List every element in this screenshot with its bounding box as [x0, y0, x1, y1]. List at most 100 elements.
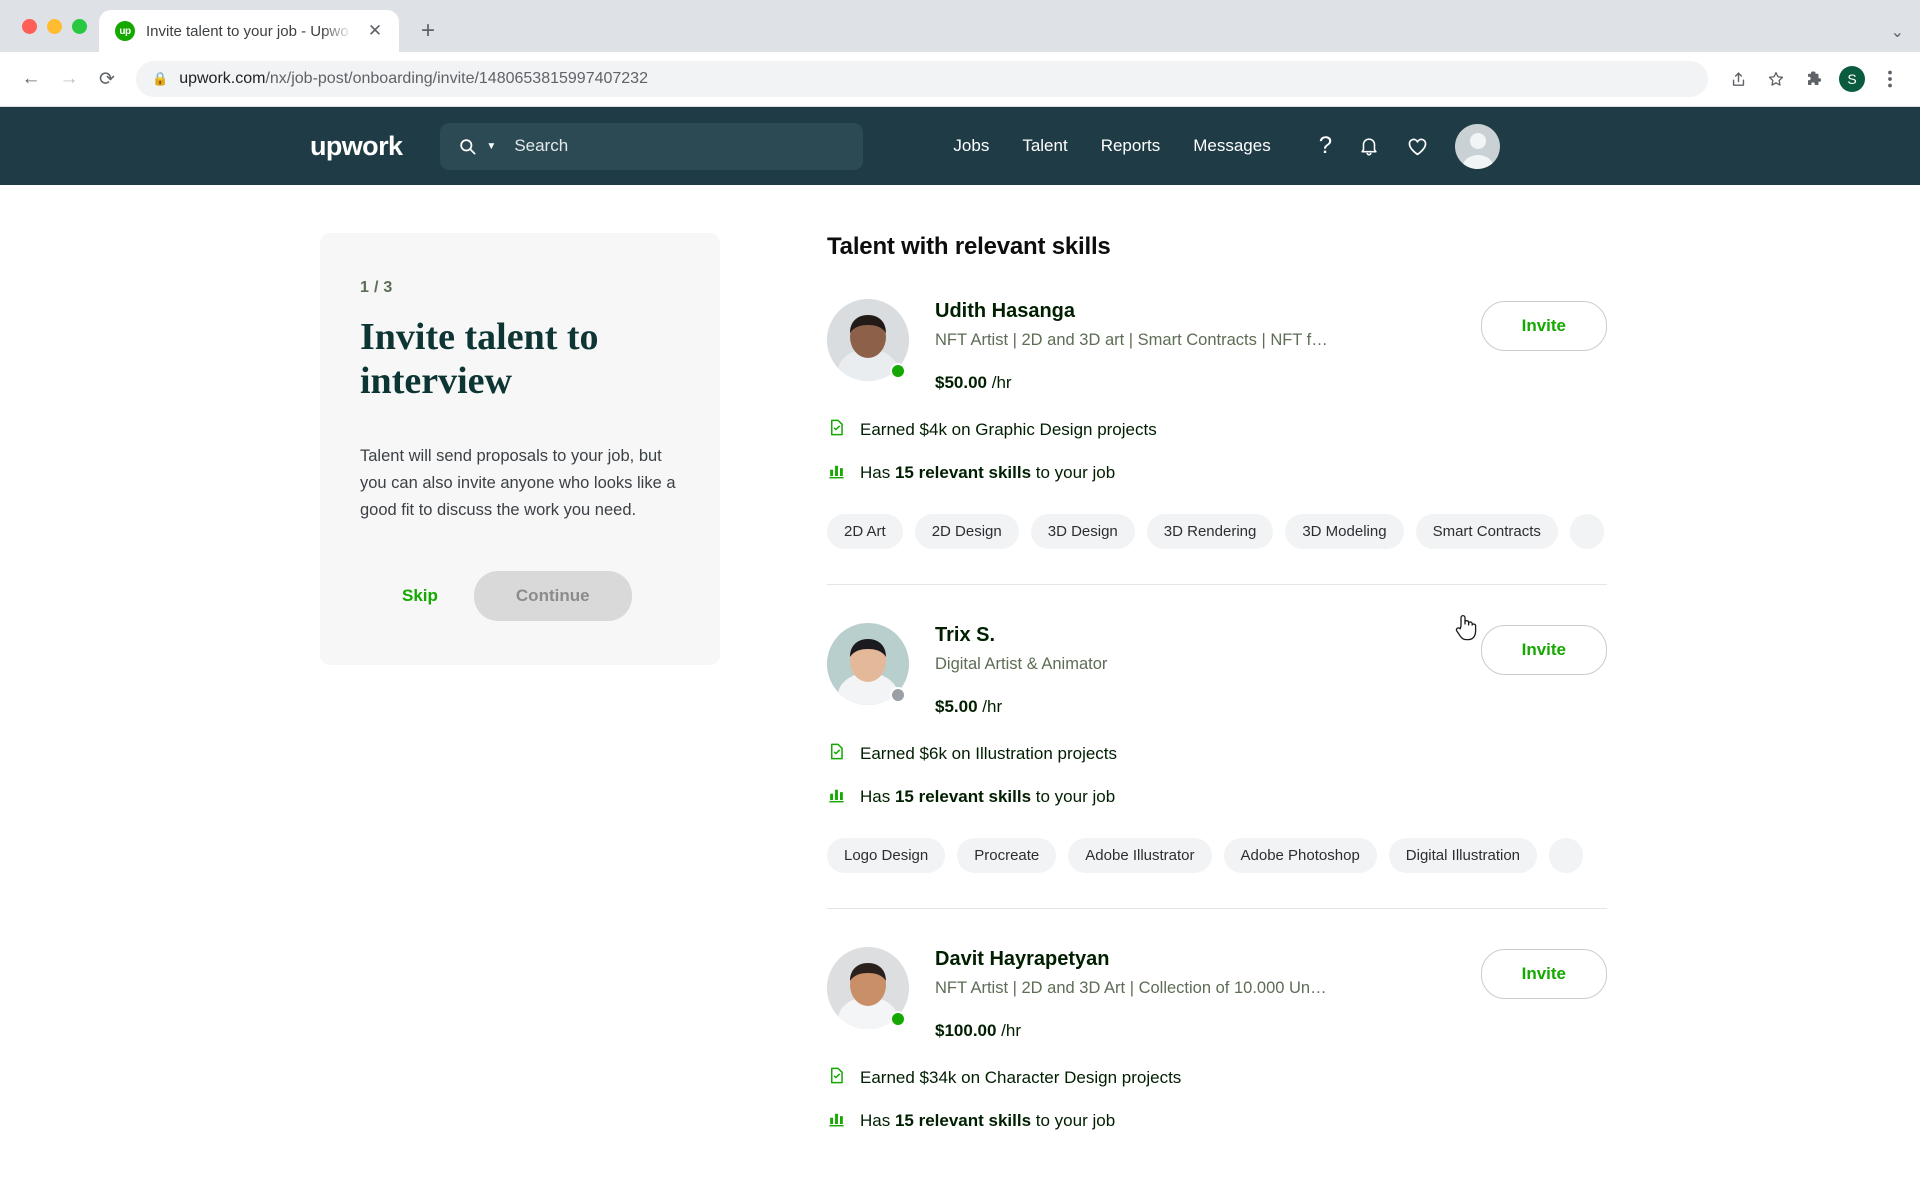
talent-name[interactable]: Trix S. [935, 624, 1455, 647]
browser-tab[interactable]: up Invite talent to your job - Upwo ✕ [99, 10, 399, 52]
search-icon [458, 137, 477, 156]
back-arrow-icon[interactable]: ← [14, 62, 48, 96]
avatar[interactable] [827, 945, 909, 1029]
talent-facts: Earned $34k on Character Design projects… [827, 1066, 1607, 1133]
talent-card-header: Davit Hayrapetyan NFT Artist | 2D and 3D … [827, 945, 1607, 1041]
skill-tag[interactable]: 3D Modeling [1285, 513, 1404, 549]
skills-suffix: to your job [1031, 1111, 1116, 1130]
chrome-profile-avatar[interactable]: S [1836, 63, 1868, 95]
chevron-right-icon[interactable] [1595, 844, 1607, 866]
invite-button[interactable]: Invite [1480, 949, 1607, 999]
skills-count: 15 relevant skills [894, 787, 1032, 806]
nav-item-jobs[interactable]: Jobs [953, 136, 989, 156]
three-dot-menu-icon[interactable] [1874, 63, 1906, 95]
skill-tag[interactable]: Smart Contracts [1415, 513, 1558, 549]
browser-toolbar: ← → ⟳ 🔒 upwork.com/nx/job-post/onboardin… [0, 52, 1920, 107]
window-controls[interactable] [14, 0, 99, 52]
skip-button[interactable]: Skip [402, 586, 438, 606]
earnings-text: Earned $6k on Illustration projects [860, 744, 1118, 763]
earnings-fact: Earned $4k on Graphic Design projects [827, 418, 1607, 442]
talent-info: Trix S. Digital Artist & Animator $5.00 /h… [935, 621, 1455, 717]
bell-icon[interactable] [1358, 135, 1380, 157]
talent-rate: $50.00 /hr [935, 373, 1455, 393]
puzzle-icon[interactable] [1798, 63, 1830, 95]
maximize-window-button[interactable] [72, 18, 87, 34]
minimize-window-button[interactable] [47, 18, 62, 34]
nav-item-reports[interactable]: Reports [1101, 136, 1161, 156]
talent-tagline: Digital Artist & Animator [935, 655, 1108, 673]
talent-card-header: Trix S. Digital Artist & Animator $5.00 /h… [827, 621, 1607, 717]
question-mark-icon[interactable]: ? [1319, 132, 1332, 160]
avatar[interactable] [827, 621, 909, 705]
skills-prefix: Has [860, 463, 895, 482]
chevron-down-icon[interactable]: ▼ [486, 141, 496, 152]
skill-tag-partial[interactable]: · [1569, 513, 1604, 549]
talent-tagline: NFT Artist | 2D and 3D Art | Collection … [935, 979, 1327, 997]
talent-card-header: Udith Hasanga NFT Artist | 2D and 3D art … [827, 297, 1607, 393]
heart-icon[interactable] [1406, 135, 1429, 158]
skill-tag[interactable]: 2D Art [827, 513, 903, 549]
page-title: Invite talent to interview [360, 316, 599, 403]
new-tab-button[interactable]: + [411, 14, 445, 48]
skills-suffix: to your job [1031, 463, 1116, 482]
skill-tag[interactable]: Logo Design [827, 837, 946, 873]
skill-tag[interactable]: Adobe Photoshop [1223, 837, 1377, 873]
status-badge [890, 363, 906, 379]
rate-value: $50.00 [935, 373, 987, 392]
relevant-skills-text: Has 15 relevant skills to your job [860, 1111, 1115, 1131]
talent-list: Udith Hasanga NFT Artist | 2D and 3D art … [827, 261, 1607, 1133]
skills-prefix: Has [860, 1111, 895, 1130]
chevron-down-icon[interactable]: ⌄ [1891, 22, 1904, 42]
close-icon[interactable]: ✕ [364, 20, 386, 42]
skill-tag[interactable]: Digital Illustration [1388, 837, 1538, 873]
star-icon[interactable] [1760, 63, 1792, 95]
invite-button[interactable]: Invite [1480, 301, 1607, 351]
step-actions: Skip Continue [360, 571, 680, 622]
skills-count: 15 relevant skills [894, 1111, 1032, 1130]
talent-name[interactable]: Udith Hasanga [935, 300, 1455, 323]
status-badge [890, 1011, 906, 1027]
relevant-skills-fact: Has 15 relevant skills to your job [827, 785, 1607, 809]
avatar[interactable] [827, 297, 909, 381]
skill-tag[interactable]: 2D Design [914, 513, 1019, 549]
upwork-header: upwork ▼ Search Jobs Talent Reports Mess… [0, 107, 1920, 185]
address-bar[interactable]: 🔒 upwork.com/nx/job-post/onboarding/invi… [136, 61, 1708, 97]
upwork-favicon-icon: up [115, 21, 135, 41]
upwork-logo[interactable]: upwork [310, 131, 403, 162]
earnings-badge-icon [827, 1066, 846, 1090]
rate-unit: /hr [996, 1021, 1022, 1040]
skills-suffix: to your job [1031, 787, 1116, 806]
nav-item-talent[interactable]: Talent [1022, 136, 1067, 156]
onboarding-step-card: 1 / 3 Invite talent to interview Talent … [320, 233, 720, 666]
forward-arrow-icon[interactable]: → [52, 62, 86, 96]
earnings-text: Earned $4k on Graphic Design projects [860, 420, 1157, 439]
talent-info: Davit Hayrapetyan NFT Artist | 2D and 3D … [935, 945, 1455, 1041]
earnings-badge-icon [827, 742, 846, 766]
skill-tag[interactable]: Adobe Illustrator [1068, 837, 1212, 873]
talent-tagline: NFT Artist | 2D and 3D art | Smart Contr… [935, 331, 1328, 349]
talent-rate: $5.00 /hr [935, 697, 1455, 717]
close-window-button[interactable] [22, 18, 37, 34]
relevant-skills-text: Has 15 relevant skills to your job [860, 463, 1115, 483]
reload-icon[interactable]: ⟳ [90, 62, 124, 96]
earnings-badge-icon [827, 418, 846, 442]
avatar[interactable] [1455, 123, 1501, 169]
rate-unit: /hr [977, 697, 1003, 716]
rate-value: $100.00 [935, 1021, 997, 1040]
search-input[interactable]: Search [514, 136, 568, 156]
share-icon[interactable] [1722, 63, 1754, 95]
url-host: upwork.com [179, 70, 266, 87]
search-bar[interactable]: ▼ Search [440, 122, 864, 170]
skill-tag[interactable]: Procreate [957, 837, 1057, 873]
talent-card: Davit Hayrapetyan NFT Artist | 2D and 3D … [827, 908, 1607, 1133]
nav-item-messages[interactable]: Messages [1193, 136, 1270, 156]
talent-info: Udith Hasanga NFT Artist | 2D and 3D art … [935, 297, 1455, 393]
skill-tag[interactable]: 3D Design [1030, 513, 1135, 549]
invite-button[interactable]: Invite [1480, 625, 1607, 675]
talent-facts: Earned $4k on Graphic Design projects Has… [827, 418, 1607, 485]
continue-button[interactable]: Continue [473, 571, 632, 622]
skill-tag-list: Logo Design Procreate Adobe Illustrator Ado… [827, 836, 1607, 874]
skill-tag[interactable]: 3D Rendering [1146, 513, 1274, 549]
skill-tag-partial[interactable]: · [1549, 837, 1584, 873]
talent-name[interactable]: Davit Hayrapetyan [935, 948, 1455, 971]
